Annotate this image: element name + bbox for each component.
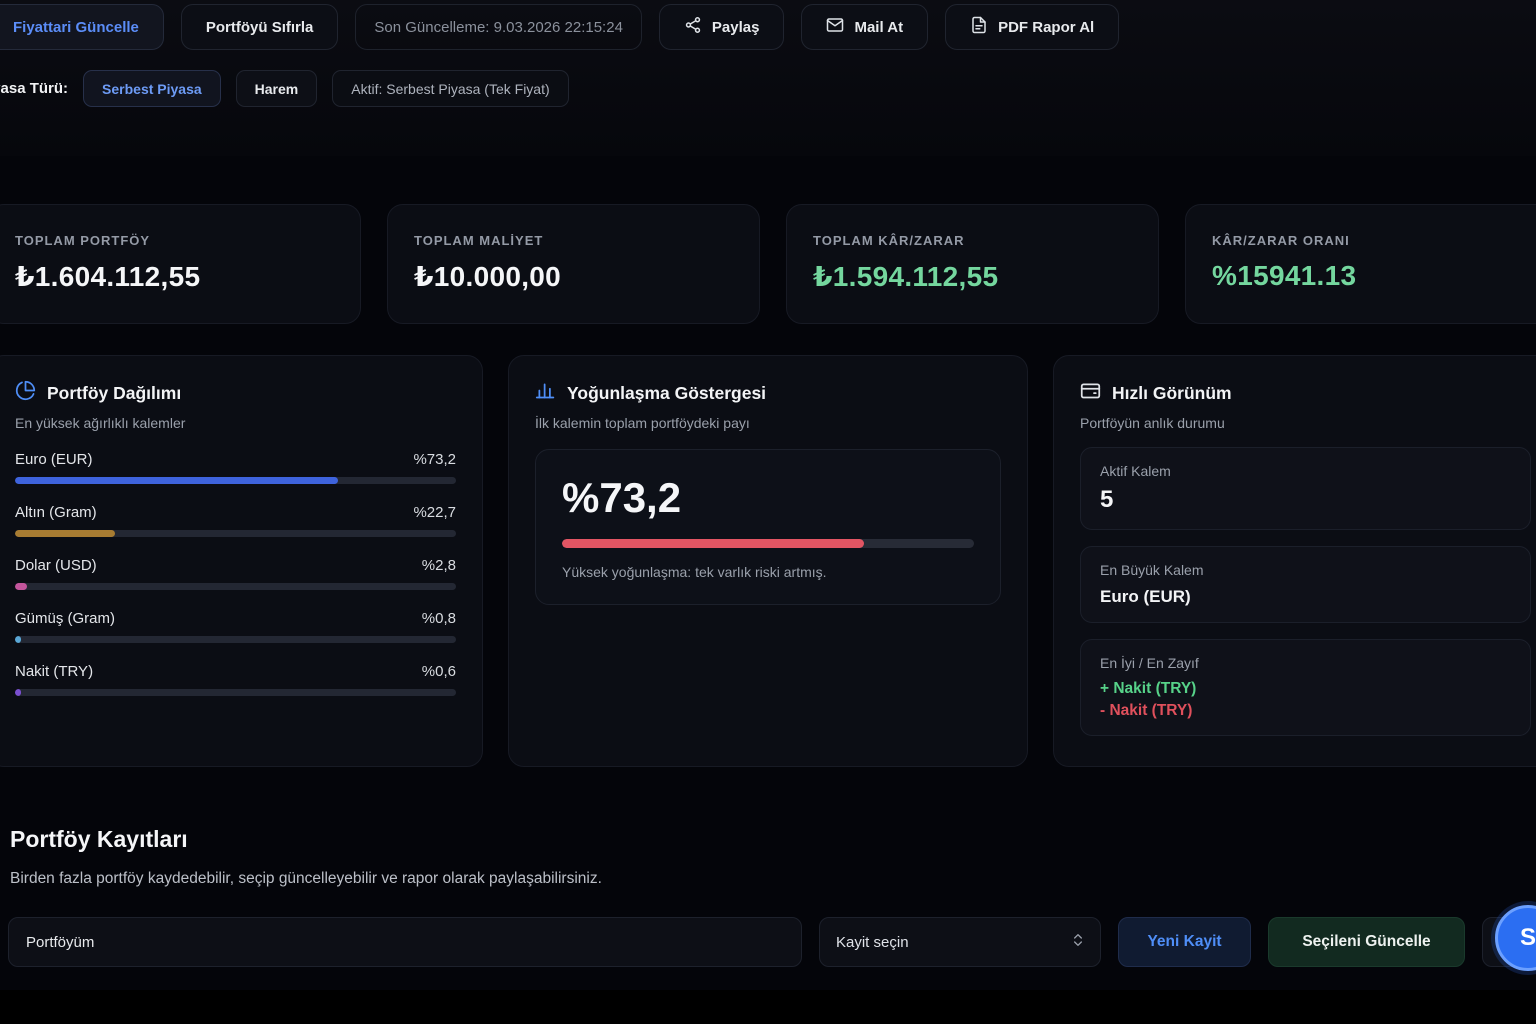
update-prices-button[interactable]: Fiyattari Güncelle <box>0 4 164 50</box>
quick-box-label: En İyi / En Zayıf <box>1100 655 1511 671</box>
pdf-report-button[interactable]: PDF Rapor Al <box>945 4 1119 50</box>
quick-box-value: 5 <box>1100 486 1511 514</box>
stat-card-profit-ratio: KÂR/ZARAR ORANI %15941.13 <box>1185 204 1536 324</box>
reset-portfolio-button[interactable]: Portföyü Sıfırla <box>181 4 339 50</box>
stat-value: ₺1.604.112,55 <box>15 260 334 293</box>
best-item-value: + Nakit (TRY) <box>1100 680 1511 698</box>
allocation-item-cash: Nakit (TRY) %0,6 <box>15 663 456 696</box>
market-option-harem[interactable]: Harem <box>236 70 318 107</box>
concentration-gauge-card: %73,2 Yüksek yoğunlaşma: tek varlık risk… <box>535 449 1001 605</box>
stat-label: TOPLAM MALİYET <box>414 233 733 248</box>
share-button-label: Paylaş <box>712 19 760 36</box>
allocation-item-gold: Altın (Gram) %22,7 <box>15 504 456 537</box>
record-select-value: Kayit seçin <box>836 934 909 951</box>
allocation-item-percent: %2,8 <box>422 557 456 574</box>
pie-chart-icon <box>15 380 36 406</box>
active-market-info: Aktif: Serbest Piyasa (Tek Fiyat) <box>332 70 568 107</box>
quick-view-header: Hızlı Görünüm <box>1080 380 1531 406</box>
allocation-item-label: Nakit (TRY) <box>15 663 93 680</box>
allocation-item-silver: Gümüş (Gram) %0,8 <box>15 610 456 643</box>
stat-label: TOPLAM KÂR/ZARAR <box>813 233 1132 248</box>
allocation-item-label: Euro (EUR) <box>15 451 93 468</box>
allocation-item-dollar: Dolar (USD) %2,8 <box>15 557 456 590</box>
wallet-icon <box>1080 380 1101 406</box>
records-description: Birden fazla portföy kaydedebilir, seçip… <box>10 870 602 888</box>
allocation-item-percent: %22,7 <box>413 504 456 521</box>
share-button[interactable]: Paylaş <box>659 4 785 50</box>
quick-box-active-items: Aktif Kalem 5 <box>1080 447 1531 530</box>
quick-box-biggest-item: En Büyük Kalem Euro (EUR) <box>1080 546 1531 623</box>
stat-card-total-portfolio: TOPLAM PORTFÖY ₺1.604.112,55 <box>0 204 361 324</box>
allocation-bar-track <box>15 636 456 643</box>
mail-icon <box>826 16 844 38</box>
new-record-button[interactable]: Yeni Kayit <box>1118 917 1251 967</box>
allocation-bar-track <box>15 477 456 484</box>
concentration-panel: Yoğunlaşma Göstergesi İlk kalemin toplam… <box>508 355 1028 767</box>
quick-box-best-worst: En İyi / En Zayıf + Nakit (TRY) - Nakit … <box>1080 639 1531 736</box>
last-update-status: Son Güncelleme: 9.03.2026 22:15:24 <box>355 4 642 50</box>
allocation-list: Euro (EUR) %73,2 Altın (Gram) %22,7 Dolar … <box>15 451 456 696</box>
quick-view-title: Hızlı Görünüm <box>1112 383 1232 404</box>
allocation-item-label: Dolar (USD) <box>15 557 97 574</box>
quick-view-subtitle: Portföyün anlık durumu <box>1080 415 1531 431</box>
toolbar: Fiyattari Güncelle Portföyü Sıfırla Son … <box>0 4 1119 50</box>
quick-box-value: Euro (EUR) <box>1100 587 1511 607</box>
market-option-serbest-piyasa[interactable]: Serbest Piyasa <box>83 70 221 107</box>
market-type-label: Piyasa Türü: <box>0 80 68 97</box>
allocation-item-euro: Euro (EUR) %73,2 <box>15 451 456 484</box>
concentration-title: Yoğunlaşma Göstergesi <box>567 383 766 404</box>
bottom-strip <box>0 990 1536 1024</box>
allocation-subtitle: En yüksek ağırlıklı kalemler <box>15 415 456 431</box>
stat-card-total-profit: TOPLAM KÂR/ZARAR ₺1.594.112,55 <box>786 204 1159 324</box>
allocation-item-percent: %0,8 <box>422 610 456 627</box>
stat-value: ₺10.000,00 <box>414 260 733 293</box>
concentration-header: Yoğunlaşma Göstergesi <box>535 380 1001 406</box>
records-title: Portföy Kayıtları <box>10 826 188 853</box>
concentration-value: %73,2 <box>562 474 974 522</box>
share-icon <box>684 16 702 38</box>
stat-value: ₺1.594.112,55 <box>813 260 1132 293</box>
allocation-item-label: Altın (Gram) <box>15 504 97 521</box>
allocation-bar-fill <box>15 530 115 537</box>
middle-panels: Portföy Dağılımı En yüksek ağırlıklı kal… <box>0 355 1536 767</box>
allocation-bar-fill <box>15 583 27 590</box>
mail-button-label: Mail At <box>854 19 903 36</box>
stat-value: %15941.13 <box>1212 260 1531 292</box>
allocation-bar-fill <box>15 689 21 696</box>
portfolio-dashboard: Fiyattari Güncelle Portföyü Sıfırla Son … <box>0 0 1536 1024</box>
allocation-item-label: Gümüş (Gram) <box>15 610 115 627</box>
stat-label: KÂR/ZARAR ORANI <box>1212 233 1531 248</box>
record-select[interactable]: Kayit seçin <box>819 917 1101 967</box>
allocation-bar-fill <box>15 636 21 643</box>
concentration-note: Yüksek yoğunlaşma: tek varlık riski artm… <box>562 564 974 580</box>
concentration-bar-fill <box>562 539 864 548</box>
pdf-report-button-label: PDF Rapor Al <box>998 19 1094 36</box>
portfolio-name-input[interactable] <box>8 917 802 967</box>
stats-cards: TOPLAM PORTFÖY ₺1.604.112,55 TOPLAM MALİ… <box>0 204 1536 324</box>
allocation-bar-track <box>15 530 456 537</box>
mail-button[interactable]: Mail At <box>801 4 928 50</box>
quick-box-label: En Büyük Kalem <box>1100 562 1511 578</box>
stat-card-total-cost: TOPLAM MALİYET ₺10.000,00 <box>387 204 760 324</box>
allocation-header: Portföy Dağılımı <box>15 380 456 406</box>
stat-label: TOPLAM PORTFÖY <box>15 233 334 248</box>
pdf-document-icon <box>970 16 988 38</box>
worst-item-value: - Nakit (TRY) <box>1100 702 1511 720</box>
allocation-bar-fill <box>15 477 338 484</box>
allocation-bar-track <box>15 689 456 696</box>
allocation-bar-track <box>15 583 456 590</box>
concentration-subtitle: İlk kalemin toplam portföydeki payı <box>535 415 1001 431</box>
update-selected-button[interactable]: Seçileni Güncelle <box>1268 917 1465 967</box>
records-controls: Kayit seçin Yeni Kayit Seçileni Güncelle <box>8 917 1536 967</box>
allocation-title: Portföy Dağılımı <box>47 383 181 404</box>
concentration-bar-track <box>562 539 974 548</box>
market-type-row: Piyasa Türü: Serbest Piyasa Harem Aktif:… <box>0 70 569 107</box>
chevron-up-down-icon <box>1070 932 1086 952</box>
allocation-panel: Portföy Dağılımı En yüksek ağırlıklı kal… <box>0 355 483 767</box>
allocation-item-percent: %0,6 <box>422 663 456 680</box>
allocation-item-percent: %73,2 <box>413 451 456 468</box>
quick-box-label: Aktif Kalem <box>1100 463 1511 479</box>
bar-chart-icon <box>535 380 556 406</box>
quick-view-panel: Hızlı Görünüm Portföyün anlık durumu Akt… <box>1053 355 1536 767</box>
